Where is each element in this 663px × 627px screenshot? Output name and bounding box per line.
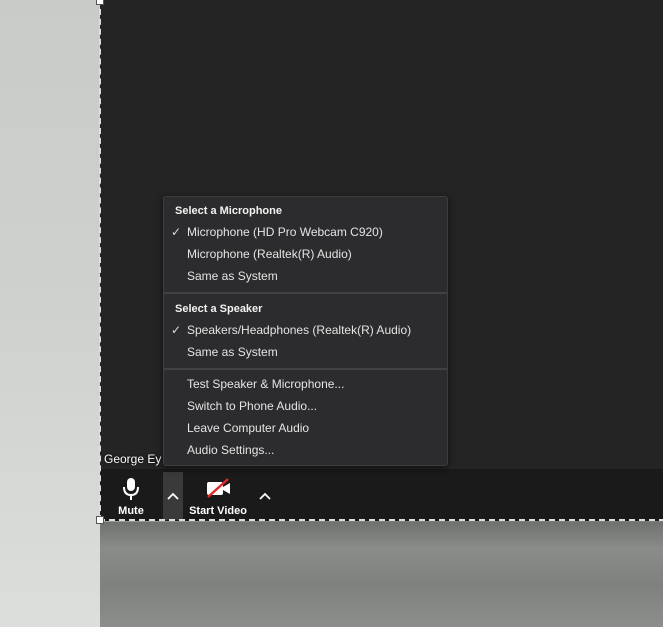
- test-speaker-microphone-item[interactable]: Test Speaker & Microphone...: [164, 373, 447, 395]
- microphone-option[interactable]: ✓ Microphone (HD Pro Webcam C920): [164, 221, 447, 243]
- video-camera-off-icon: [207, 478, 230, 498]
- resize-handle[interactable]: [96, 0, 104, 5]
- desktop-background-left: [0, 0, 100, 627]
- start-video-label: Start Video: [189, 505, 247, 517]
- menu-divider: [164, 368, 447, 370]
- meeting-toolbar: [100, 469, 663, 521]
- video-options-caret[interactable]: [255, 472, 275, 520]
- checkmark-icon: ✓: [171, 323, 182, 337]
- microphone-section-title: Select a Microphone: [175, 205, 282, 217]
- microphone-option[interactable]: Same as System: [164, 265, 447, 287]
- microphone-option[interactable]: Microphone (Realtek(R) Audio): [164, 243, 447, 265]
- checkmark-icon: ✓: [171, 225, 182, 239]
- mute-button[interactable]: Mute: [112, 472, 150, 520]
- resize-handle[interactable]: [96, 516, 104, 524]
- speaker-section-title: Select a Speaker: [175, 303, 263, 315]
- participant-name-label: George Ey: [104, 452, 162, 466]
- speaker-option[interactable]: ✓ Speakers/Headphones (Realtek(R) Audio): [164, 319, 447, 341]
- microphone-icon: [123, 478, 139, 500]
- mute-label: Mute: [118, 505, 144, 517]
- switch-to-phone-audio-item[interactable]: Switch to Phone Audio...: [164, 395, 447, 417]
- menu-divider: [164, 292, 447, 294]
- speaker-option[interactable]: Same as System: [164, 341, 447, 363]
- leave-computer-audio-item[interactable]: Leave Computer Audio: [164, 417, 447, 439]
- desktop-background-floor: [100, 522, 663, 627]
- chevron-up-icon: [259, 492, 271, 500]
- audio-options-caret[interactable]: [163, 472, 183, 520]
- start-video-button[interactable]: Start Video: [186, 472, 250, 520]
- audio-options-menu: Select a Microphone ✓ Microphone (HD Pro…: [163, 196, 448, 466]
- chevron-up-icon: [167, 492, 179, 500]
- audio-settings-item[interactable]: Audio Settings...: [164, 439, 447, 461]
